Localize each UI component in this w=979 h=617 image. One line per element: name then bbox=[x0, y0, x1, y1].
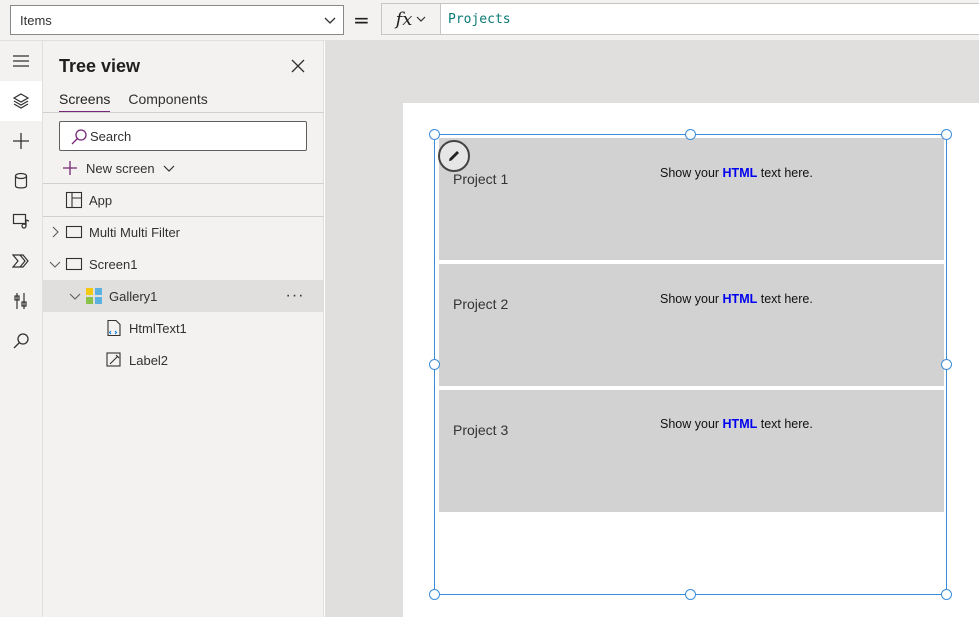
search-icon bbox=[13, 333, 29, 349]
html-text-part: Show your bbox=[660, 417, 723, 431]
tree-view-panel: Tree view Screens Components Search New … bbox=[43, 41, 324, 617]
resize-handle-bottom-left[interactable] bbox=[429, 589, 440, 600]
html-text-control: Show your HTML text here. bbox=[660, 292, 813, 306]
html-text-bold: HTML bbox=[722, 417, 758, 431]
project-title-label: Project 1 bbox=[453, 171, 509, 187]
resize-handle-bottom-right[interactable] bbox=[941, 589, 952, 600]
app-screen[interactable]: Project 1 Show your HTML text here. Proj… bbox=[403, 103, 979, 617]
insert-button[interactable] bbox=[0, 121, 42, 161]
new-screen-button[interactable]: New screen bbox=[62, 157, 175, 179]
tree-item-gallery1[interactable]: Gallery1 ··· bbox=[43, 280, 324, 312]
html-text-icon bbox=[107, 319, 121, 337]
tree-item-screen1[interactable]: Screen1 bbox=[43, 248, 324, 280]
tree-view-button[interactable] bbox=[0, 81, 42, 121]
gallery-item[interactable]: Project 1 Show your HTML text here. bbox=[439, 138, 944, 260]
label-icon bbox=[106, 352, 121, 367]
property-dropdown-value: Items bbox=[20, 12, 52, 28]
tree-item-multi-multi-filter[interactable]: Multi Multi Filter bbox=[43, 216, 324, 248]
project-title-label: Project 2 bbox=[453, 296, 509, 312]
tree-item-htmltext1[interactable]: HtmlText1 bbox=[43, 312, 324, 344]
panel-title: Tree view bbox=[59, 56, 141, 76]
tree-item-label: Multi Multi Filter bbox=[89, 224, 181, 240]
search-input[interactable]: Search bbox=[59, 121, 307, 151]
resize-handle-top-left[interactable] bbox=[429, 129, 440, 140]
screen-icon bbox=[65, 225, 83, 239]
media-icon bbox=[12, 213, 30, 229]
tree-item-app[interactable]: App bbox=[43, 184, 324, 216]
tab-components[interactable]: Components bbox=[128, 91, 207, 113]
power-automate-icon bbox=[12, 254, 29, 268]
html-text-control: Show your HTML text here. bbox=[660, 417, 813, 431]
html-text-control: Show your HTML text here. bbox=[660, 166, 813, 180]
plus-icon bbox=[13, 133, 29, 149]
chevron-down-icon[interactable] bbox=[69, 290, 81, 302]
resize-handle-top-right[interactable] bbox=[941, 129, 952, 140]
chevron-down-icon[interactable] bbox=[49, 258, 61, 270]
plus-icon bbox=[63, 161, 77, 175]
fx-button[interactable]: fx bbox=[381, 3, 441, 35]
hamburger-icon bbox=[13, 55, 29, 67]
formula-input[interactable]: Projects bbox=[440, 3, 979, 35]
html-text-part: text here. bbox=[757, 417, 813, 431]
tree-tabs: Screens Components bbox=[59, 91, 208, 113]
formula-text: Projects bbox=[448, 11, 511, 27]
layers-icon bbox=[12, 93, 30, 109]
new-screen-label: New screen bbox=[86, 160, 155, 176]
html-text-bold: HTML bbox=[722, 166, 758, 180]
formula-bar: Items = fx Projects bbox=[0, 0, 979, 41]
tree-item-label: App bbox=[89, 192, 113, 208]
data-button[interactable] bbox=[0, 161, 42, 201]
chevron-down-icon bbox=[416, 16, 426, 22]
project-title-label: Project 3 bbox=[453, 422, 509, 438]
left-rail bbox=[0, 41, 43, 617]
more-options-button[interactable]: ··· bbox=[283, 284, 307, 308]
chevron-down-icon bbox=[163, 165, 175, 172]
advanced-tools-button[interactable] bbox=[0, 281, 42, 321]
html-text-part: Show your bbox=[660, 292, 723, 306]
tree-item-label: Screen1 bbox=[89, 256, 138, 272]
equals-sign: = bbox=[353, 8, 370, 32]
resize-handle-top[interactable] bbox=[685, 129, 696, 140]
menu-button[interactable] bbox=[0, 41, 42, 81]
tree-item-label: Gallery1 bbox=[109, 288, 158, 304]
search-placeholder: Search bbox=[90, 128, 132, 144]
power-automate-button[interactable] bbox=[0, 241, 42, 281]
resize-handle-bottom[interactable] bbox=[685, 589, 696, 600]
tools-icon bbox=[14, 293, 27, 309]
fx-icon: fx bbox=[395, 8, 413, 30]
database-icon bbox=[14, 172, 28, 189]
gallery-item[interactable]: Project 2 Show your HTML text here. bbox=[439, 264, 944, 386]
resize-handle-left[interactable] bbox=[429, 359, 440, 370]
tree-item-label2[interactable]: Label2 bbox=[43, 344, 324, 376]
screen-icon bbox=[65, 257, 83, 271]
edit-template-button[interactable] bbox=[438, 140, 470, 172]
html-text-part: Show your bbox=[660, 166, 723, 180]
pencil-icon bbox=[449, 151, 459, 161]
chevron-right-icon[interactable] bbox=[49, 226, 61, 238]
media-button[interactable] bbox=[0, 201, 42, 241]
tab-screens[interactable]: Screens bbox=[59, 91, 111, 113]
search-rail-button[interactable] bbox=[0, 321, 42, 361]
gallery-item[interactable]: Project 3 Show your HTML text here. bbox=[439, 390, 944, 512]
html-text-bold: HTML bbox=[722, 292, 758, 306]
canvas-area: Project 1 Show your HTML text here. Proj… bbox=[325, 41, 979, 617]
search-icon bbox=[71, 129, 87, 145]
html-text-part: text here. bbox=[757, 166, 813, 180]
gallery-icon bbox=[86, 288, 102, 304]
gallery[interactable]: Project 1 Show your HTML text here. Proj… bbox=[434, 134, 947, 595]
property-dropdown[interactable]: Items bbox=[10, 5, 344, 35]
chevron-down-icon bbox=[324, 17, 336, 24]
html-text-part: text here. bbox=[757, 292, 813, 306]
close-icon[interactable] bbox=[289, 57, 307, 75]
app-icon bbox=[65, 191, 83, 209]
tree-item-label: HtmlText1 bbox=[129, 320, 187, 336]
resize-handle-right[interactable] bbox=[941, 359, 952, 370]
divider bbox=[43, 112, 324, 113]
tree-item-label: Label2 bbox=[129, 352, 169, 368]
